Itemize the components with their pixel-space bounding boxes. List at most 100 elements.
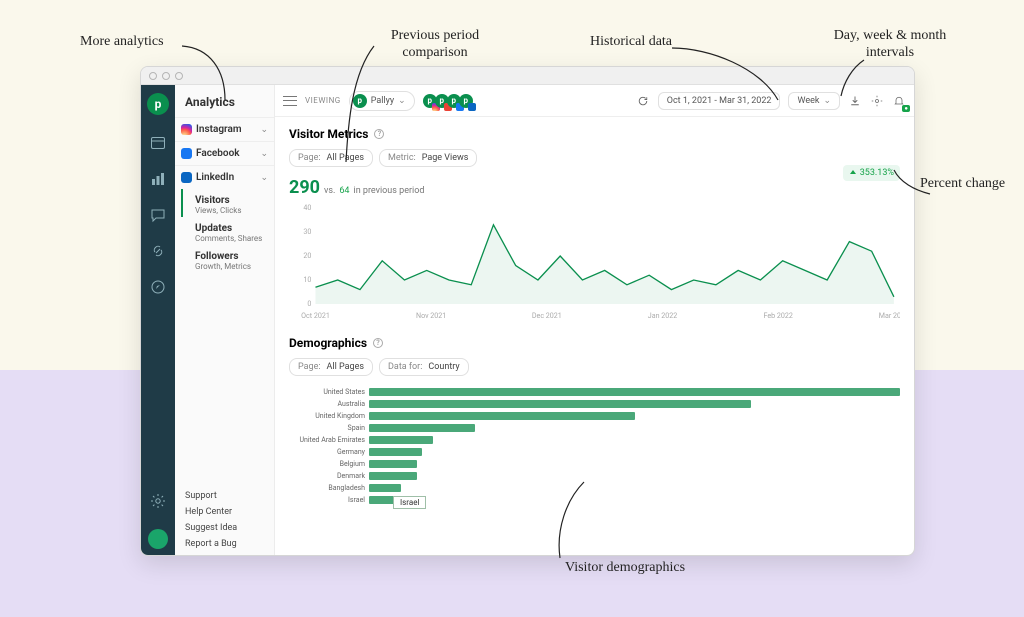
demo-bar-row: Germany xyxy=(289,446,900,458)
rail-analytics-icon[interactable] xyxy=(150,171,166,187)
settings-icon[interactable] xyxy=(870,94,884,108)
notifications-icon[interactable]: ● xyxy=(892,94,906,108)
demo-bar-row: United States xyxy=(289,386,900,398)
demo-bar-row: Belgium xyxy=(289,458,900,470)
refresh-icon[interactable] xyxy=(636,94,650,108)
demo-bar-track[interactable] xyxy=(369,460,900,468)
demo-bar-track[interactable] xyxy=(369,388,900,396)
demo-bar-track[interactable] xyxy=(369,412,900,420)
percent-change-value: 353.13% xyxy=(860,168,894,178)
demo-bar-track[interactable] xyxy=(369,448,900,456)
chevron-down-icon: ⌄ xyxy=(260,173,268,183)
sidebar-footer: Support Help Center Suggest Idea Report … xyxy=(175,483,274,555)
demo-page-filter[interactable]: Page:All Pages xyxy=(289,358,373,376)
sidebar-item-label: Instagram xyxy=(196,124,242,135)
svg-text:Oct 2021: Oct 2021 xyxy=(301,311,330,320)
sidebar-sub-desc: Comments, Shares xyxy=(195,234,266,243)
demo-bar-label: Belgium xyxy=(289,460,365,468)
demo-bar-label: Denmark xyxy=(289,472,365,480)
demo-datafor-filter[interactable]: Data for:Country xyxy=(379,358,469,376)
demo-bar xyxy=(369,448,422,456)
annotation-visitor-demographics: Visitor demographics xyxy=(560,560,690,577)
interval-selector[interactable]: Week ⌄ xyxy=(788,92,840,110)
sidebar-sub-head: Updates xyxy=(195,223,266,234)
svg-text:Nov 2021: Nov 2021 xyxy=(416,311,446,320)
chevron-down-icon: ⌄ xyxy=(260,149,268,159)
content-area: Visitor Metrics ? Page:All Pages Metric:… xyxy=(275,117,914,555)
sidebar-sub-visitors[interactable]: Visitors Views, Clicks xyxy=(181,189,274,217)
demo-bar-track[interactable] xyxy=(369,424,900,432)
svg-text:40: 40 xyxy=(303,203,311,212)
rail-compass-icon[interactable] xyxy=(150,279,166,295)
instagram-icon xyxy=(181,124,192,135)
sidebar-item-instagram[interactable]: Instagram ⌄ xyxy=(175,117,274,141)
demo-bar-row: IsraelIsrael xyxy=(289,494,900,506)
sidebar-item-linkedin[interactable]: LinkedIn ⌄ xyxy=(175,165,274,189)
metric-value: 290 xyxy=(289,177,320,198)
interval-text: Week xyxy=(797,96,819,106)
demo-bar-track[interactable] xyxy=(369,400,900,408)
svg-text:Mar 2022: Mar 2022 xyxy=(879,311,900,320)
svg-text:Jan 2022: Jan 2022 xyxy=(648,311,678,320)
demo-bar xyxy=(369,424,475,432)
facebook-icon xyxy=(181,148,192,159)
demo-bar-track[interactable] xyxy=(369,472,900,480)
visitor-metrics-chart: 010203040Oct 2021Nov 2021Dec 2021Jan 202… xyxy=(289,202,900,322)
notification-badge: ● xyxy=(902,105,910,112)
rail-calendar-icon[interactable] xyxy=(150,135,166,151)
hamburger-icon[interactable] xyxy=(283,96,297,106)
sidebar-sub-updates[interactable]: Updates Comments, Shares xyxy=(181,217,274,245)
sidebar-footer-bug[interactable]: Report a Bug xyxy=(185,539,264,549)
svg-text:Feb 2022: Feb 2022 xyxy=(764,311,793,320)
sidebar: Analytics Instagram ⌄ Facebook ⌄ LinkedI… xyxy=(175,85,275,555)
sidebar-footer-support[interactable]: Support xyxy=(185,491,264,501)
demo-bar-row: Denmark xyxy=(289,470,900,482)
demo-bar-row: United Kingdom xyxy=(289,410,900,422)
demo-tooltip: Israel xyxy=(393,496,426,509)
app-logo[interactable]: p xyxy=(147,93,169,115)
sidebar-sub-followers[interactable]: Followers Growth, Metrics xyxy=(181,245,274,273)
demo-bar xyxy=(369,412,635,420)
viewing-label: VIEWING xyxy=(305,96,341,105)
demo-bar-track[interactable]: Israel xyxy=(369,496,900,504)
demographics-section: Demographics ? Page:All Pages Data for:C… xyxy=(289,336,900,506)
chevron-down-icon: ⌄ xyxy=(260,125,268,135)
svg-text:10: 10 xyxy=(303,275,311,284)
visitor-metrics-headline: 290 vs. 64 in previous period xyxy=(289,177,900,198)
rail-settings-icon[interactable] xyxy=(150,493,166,509)
demo-bar xyxy=(369,472,417,480)
rail-link-icon[interactable] xyxy=(150,243,166,259)
demo-bar-label: United Kingdom xyxy=(289,412,365,420)
svg-text:Dec 2021: Dec 2021 xyxy=(532,311,562,320)
demo-bar xyxy=(369,400,751,408)
demo-bar-track[interactable] xyxy=(369,484,900,492)
demo-bar-label: United Arab Emirates xyxy=(289,436,365,444)
svg-text:20: 20 xyxy=(303,251,311,260)
demo-bar-track[interactable] xyxy=(369,436,900,444)
demo-bar-label: Germany xyxy=(289,448,365,456)
connected-accounts[interactable]: p p p p xyxy=(423,94,473,108)
demo-bar xyxy=(369,484,401,492)
sidebar-item-facebook[interactable]: Facebook ⌄ xyxy=(175,141,274,165)
chevron-down-icon: ⌄ xyxy=(823,96,831,106)
annotation-intervals: Day, week & month intervals xyxy=(830,28,950,62)
demo-bar-label: United States xyxy=(289,388,365,396)
rail-user-avatar[interactable] xyxy=(148,529,168,549)
demo-bar-row: Spain xyxy=(289,422,900,434)
demographics-chart: United StatesAustraliaUnited KingdomSpai… xyxy=(289,386,900,506)
help-icon[interactable]: ? xyxy=(373,338,383,348)
traffic-light-minimize[interactable] xyxy=(162,72,170,80)
demo-bar-label: Spain xyxy=(289,424,365,432)
demo-bar-row: Bangladesh xyxy=(289,482,900,494)
demo-bar xyxy=(369,460,417,468)
sidebar-footer-suggest[interactable]: Suggest Idea xyxy=(185,523,264,533)
annotation-more-analytics: More analytics xyxy=(80,34,164,51)
annotation-percent-change: Percent change xyxy=(920,176,1010,193)
rail-chat-icon[interactable] xyxy=(150,207,166,223)
demo-bar-label: Bangladesh xyxy=(289,484,365,492)
connected-linkedin-icon: p xyxy=(459,94,473,108)
traffic-light-close[interactable] xyxy=(149,72,157,80)
sidebar-footer-help[interactable]: Help Center xyxy=(185,507,264,517)
demo-bar xyxy=(369,436,433,444)
sidebar-sub-head: Visitors xyxy=(195,195,266,206)
